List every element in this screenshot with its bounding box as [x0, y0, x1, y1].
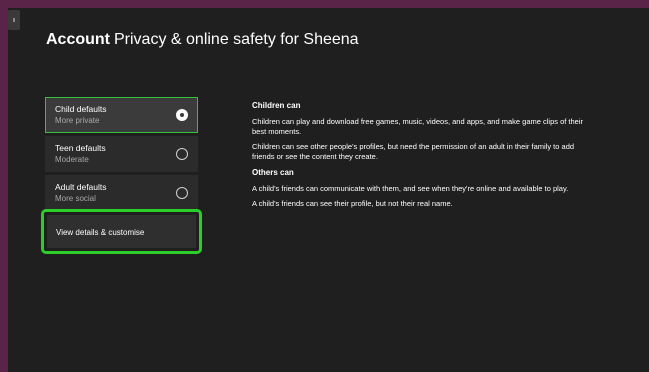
others-paragraph-2: A child's friends can see their profile,… — [252, 199, 453, 208]
side-handle-icon — [8, 10, 20, 30]
children-paragraph-2: Children can see other people's profiles… — [252, 142, 575, 161]
title-text: Privacy & online safety for Sheena — [114, 31, 359, 48]
view-details-customise-button[interactable]: View details & customise — [41, 209, 202, 254]
radio-selected-icon[interactable] — [176, 109, 188, 121]
option-child-defaults[interactable]: Child defaults More private — [45, 97, 198, 133]
children-paragraph-1: Children can play and download free game… — [252, 117, 584, 136]
option-adult-defaults[interactable]: Adult defaults More social — [45, 175, 198, 211]
radio-empty-icon[interactable] — [176, 148, 188, 160]
section-label: Account — [46, 31, 110, 48]
page-title: Account Privacy & online safety for Sheen… — [46, 31, 359, 49]
option-teen-defaults[interactable]: Teen defaults Moderate — [45, 136, 198, 172]
defaults-options: Child defaults More private Teen default… — [45, 97, 198, 214]
others-paragraph-1: A child's friends can communicate with t… — [252, 184, 569, 193]
others-heading: Others can — [252, 168, 294, 177]
info-panel: Children can Children can play and downl… — [252, 100, 597, 214]
radio-empty-icon[interactable] — [176, 187, 188, 199]
children-heading: Children can — [252, 101, 301, 110]
customise-label: View details & customise — [56, 228, 145, 237]
customise-inner[interactable]: View details & customise — [47, 215, 196, 248]
